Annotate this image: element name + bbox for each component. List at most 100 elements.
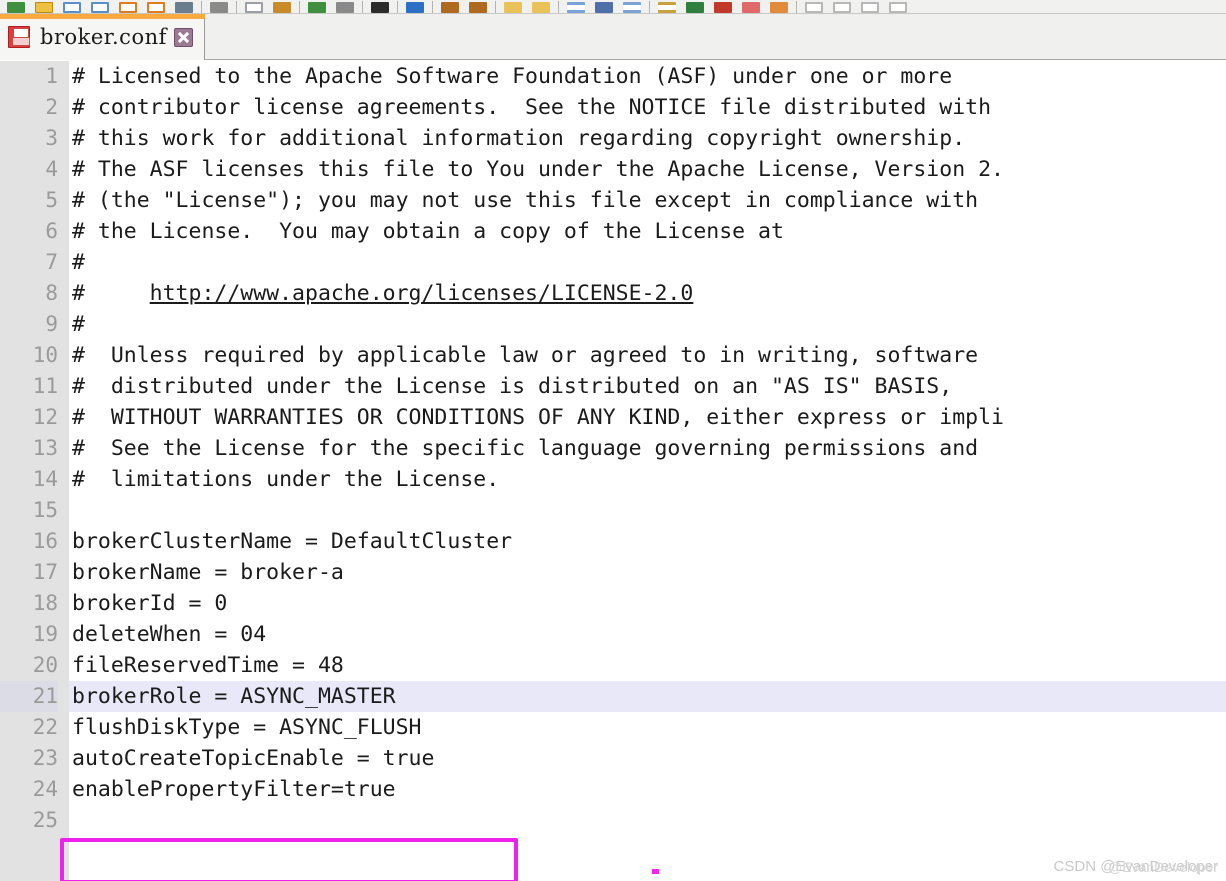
line-text[interactable]: fileReservedTime = 48 — [69, 650, 1226, 681]
find-icon[interactable] — [366, 0, 394, 13]
replace-icon[interactable] — [401, 0, 429, 13]
line-text[interactable]: autoCreateTopicEnable = true — [69, 743, 1226, 774]
code-line[interactable]: 1 # Licensed to the Apache Software Found… — [0, 61, 1226, 92]
code-line[interactable]: 3 # this work for additional information … — [0, 123, 1226, 154]
macro-stop-icon[interactable] — [709, 0, 737, 13]
sync-scroll-icon[interactable] — [653, 0, 681, 13]
line-text[interactable]: enablePropertyFilter=true — [69, 774, 1226, 805]
zoom-out-icon[interactable] — [464, 0, 492, 13]
print-icon[interactable] — [170, 0, 198, 13]
line-text[interactable]: # — [69, 247, 1226, 278]
bookmark-icon[interactable] — [499, 0, 527, 13]
macro-save-icon-glyph — [770, 2, 788, 13]
line-text[interactable]: # (the "License"); you may not use this … — [69, 185, 1226, 216]
cut-icon[interactable] — [205, 0, 233, 13]
code-line[interactable]: 5 # (the "License"); you may not use this… — [0, 185, 1226, 216]
panel-4-icon[interactable] — [884, 0, 912, 13]
line-number: 4 — [45, 157, 58, 181]
open-folder-icon[interactable] — [30, 0, 58, 13]
close-all-icon[interactable] — [142, 0, 170, 13]
separator-10 — [793, 0, 800, 13]
line-number: 9 — [45, 312, 58, 336]
close-icon[interactable] — [173, 27, 193, 47]
code-line[interactable]: 16 brokerClusterName = DefaultCluster — [0, 526, 1226, 557]
panel-2-icon[interactable] — [828, 0, 856, 13]
show-all-chars-icon[interactable] — [590, 0, 618, 13]
code-line[interactable]: 14 # limitations under the License. — [0, 464, 1226, 495]
word-wrap-icon[interactable] — [562, 0, 590, 13]
code-line[interactable]: 7 # — [0, 247, 1226, 278]
close-document-icon[interactable] — [114, 0, 142, 13]
code-line[interactable]: 6 # the License. You may obtain a copy of… — [0, 216, 1226, 247]
zoom-in-icon[interactable] — [436, 0, 464, 13]
code-line[interactable]: 4 # The ASF licenses this file to You und… — [0, 154, 1226, 185]
code-line[interactable]: 23 autoCreateTopicEnable = true — [0, 743, 1226, 774]
line-number: 15 — [32, 498, 58, 522]
code-line[interactable]: 2 # contributor license agreements. See t… — [0, 92, 1226, 123]
line-text[interactable]: brokerName = broker-a — [69, 557, 1226, 588]
code-lines[interactable]: 1 # Licensed to the Apache Software Found… — [0, 61, 1226, 836]
line-text[interactable]: # Licensed to the Apache Software Founda… — [69, 61, 1226, 92]
line-number: 21 — [0, 681, 58, 712]
line-text[interactable]: # See the License for the specific langu… — [69, 433, 1226, 464]
code-line[interactable]: 11 # distributed under the License is dis… — [0, 371, 1226, 402]
line-number: 22 — [32, 715, 58, 739]
code-editor[interactable]: 1 # Licensed to the Apache Software Found… — [0, 61, 1226, 881]
line-text[interactable]: brokerClusterName = DefaultCluster — [69, 526, 1226, 557]
line-text[interactable]: # the License. You may obtain a copy of … — [69, 216, 1226, 247]
code-line[interactable]: 20 fileReservedTime = 48 — [0, 650, 1226, 681]
macro-save-icon[interactable] — [765, 0, 793, 13]
code-line[interactable]: 10 # Unless required by applicable law or… — [0, 340, 1226, 371]
code-line[interactable]: 15 — [0, 495, 1226, 526]
tab-bar: broker.conf — [0, 14, 1226, 60]
code-line[interactable]: 22 flushDiskType = ASYNC_FLUSH — [0, 712, 1226, 743]
code-line[interactable]: 25 — [0, 805, 1226, 836]
line-text[interactable]: # WITHOUT WARRANTIES OR CONDITIONS OF AN… — [69, 402, 1226, 433]
panel-1-icon[interactable] — [800, 0, 828, 13]
undo-icon[interactable] — [303, 0, 331, 13]
bookmark-next-icon[interactable] — [527, 0, 555, 13]
line-text[interactable]: # http://www.apache.org/licenses/LICENSE… — [69, 278, 1226, 309]
code-line[interactable]: 13 # See the License for the specific lan… — [0, 433, 1226, 464]
new-document-icon[interactable] — [58, 0, 86, 13]
line-text[interactable]: # Unless required by applicable law or a… — [69, 340, 1226, 371]
macro-record-icon[interactable] — [681, 0, 709, 13]
replace-icon-glyph — [406, 2, 424, 13]
indent-guide-icon[interactable] — [618, 0, 646, 13]
license-url-link[interactable]: http://www.apache.org/licenses/LICENSE-2… — [150, 281, 694, 306]
code-line[interactable]: 9 # — [0, 309, 1226, 340]
line-text[interactable]: # — [69, 309, 1226, 340]
line-text[interactable]: # distributed under the License is distr… — [69, 371, 1226, 402]
panel-3-icon[interactable] — [856, 0, 884, 13]
separator-6 — [429, 0, 436, 13]
line-text[interactable]: # limitations under the License. — [69, 464, 1226, 495]
line-text[interactable]: brokerId = 0 — [69, 588, 1226, 619]
tab-broker-conf[interactable]: broker.conf — [0, 14, 205, 60]
line-text[interactable]: # this work for additional information r… — [69, 123, 1226, 154]
code-line[interactable]: 12 # WITHOUT WARRANTIES OR CONDITIONS OF … — [0, 402, 1226, 433]
code-line[interactable]: 19 deleteWhen = 04 — [0, 619, 1226, 650]
paste-icon[interactable] — [268, 0, 296, 13]
save-icon[interactable] — [8, 26, 30, 48]
line-text[interactable]: # contributor license agreements. See th… — [69, 92, 1226, 123]
code-line[interactable]: 8 # http://www.apache.org/licenses/LICENS… — [0, 278, 1226, 309]
line-text[interactable]: flushDiskType = ASYNC_FLUSH — [69, 712, 1226, 743]
line-number: 3 — [45, 126, 58, 150]
copy-icon[interactable] — [240, 0, 268, 13]
code-line[interactable]: 24 enablePropertyFilter=true — [0, 774, 1226, 805]
line-text[interactable]: # The ASF licenses this file to You unde… — [69, 154, 1226, 185]
panel-3-icon-glyph — [861, 2, 879, 13]
save-as-icon[interactable] — [86, 0, 114, 13]
line-text[interactable]: deleteWhen = 04 — [69, 619, 1226, 650]
cut-icon-glyph — [210, 2, 228, 13]
code-line[interactable]: 17 brokerName = broker-a — [0, 557, 1226, 588]
macro-play-icon[interactable] — [737, 0, 765, 13]
line-text[interactable] — [69, 805, 1226, 836]
redo-icon[interactable] — [331, 0, 359, 13]
line-number: 6 — [45, 219, 58, 243]
line-text[interactable] — [69, 495, 1226, 526]
code-line[interactable]: 18 brokerId = 0 — [0, 588, 1226, 619]
code-line[interactable]: 21 brokerRole = ASYNC_MASTER — [0, 681, 1226, 712]
save-all-icon[interactable] — [2, 0, 30, 13]
line-text[interactable]: brokerRole = ASYNC_MASTER — [69, 681, 1226, 712]
